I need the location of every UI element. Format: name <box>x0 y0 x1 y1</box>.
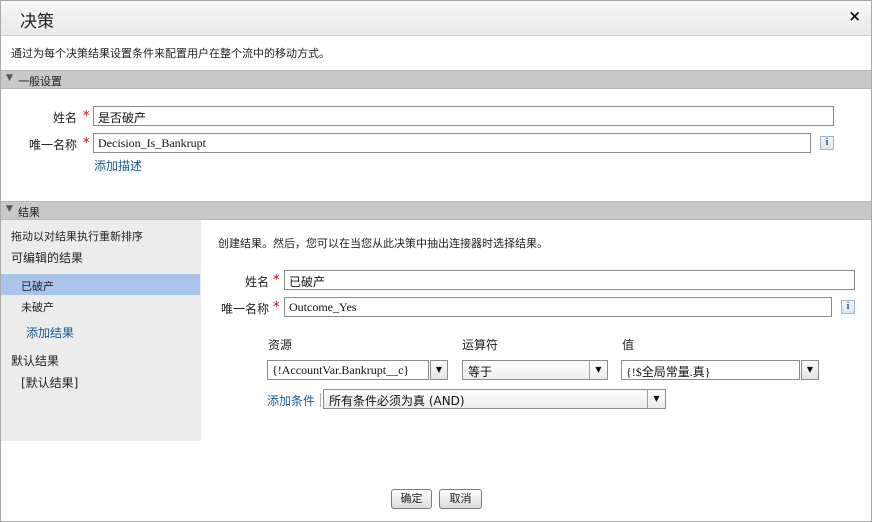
unique-name-label: 唯一名称 <box>28 138 77 152</box>
name-label: 姓名 <box>52 111 77 125</box>
dialog-description: 通过为每个决策结果设置条件来配置用户在整个流中的移动方式。 <box>11 47 330 60</box>
add-condition-link[interactable]: 添加条件 <box>267 392 315 409</box>
chevron-down-icon[interactable]: ▼ <box>801 360 819 380</box>
dialog-title: 决策 <box>20 12 54 32</box>
results-section-title: 结果 <box>18 206 40 219</box>
info-icon[interactable]: i <box>841 300 855 314</box>
separator <box>320 393 321 407</box>
add-result-link[interactable]: 添加结果 <box>26 324 74 341</box>
outcome-unique-name-field[interactable]: Outcome_Yes <box>284 297 832 317</box>
dialog-titlebar: 决策 × <box>1 1 871 36</box>
outcome-name-field[interactable]: 已破产 <box>284 270 855 290</box>
value-column-header: 值 <box>622 338 635 352</box>
result-item-label: 未破产 <box>21 301 54 314</box>
logic-selected-value: 所有条件必须为真 (AND) <box>329 394 465 408</box>
required-marker: * <box>273 273 280 288</box>
decision-unique-name-field[interactable]: Decision_Is_Bankrupt <box>93 133 811 153</box>
decision-name-field[interactable]: 是否破产 <box>93 106 834 126</box>
required-marker: * <box>83 136 90 151</box>
results-list-panel: 拖动以对结果执行重新排序 可编辑的结果 已破产 未破产 添加结果 默认结果 [默… <box>1 220 201 441</box>
chevron-down-icon: ▼ <box>647 390 665 408</box>
operator-selected-value: 等于 <box>468 365 493 379</box>
ok-button[interactable]: 确定 <box>391 489 432 509</box>
cancel-button[interactable]: 取消 <box>439 489 482 509</box>
result-item-bankrupt[interactable]: 已破产 <box>1 274 200 295</box>
operator-column-header: 运算符 <box>462 338 499 352</box>
results-section-header[interactable]: ▼ 结果 <box>1 201 871 220</box>
condition-logic-select[interactable]: 所有条件必须为真 (AND) ▼ <box>323 389 666 409</box>
default-result-item[interactable]: [默认结果] <box>21 374 78 391</box>
add-description-link[interactable]: 添加描述 <box>94 157 142 174</box>
operator-select[interactable]: 等于 ▼ <box>462 360 608 380</box>
value-combobox: {!$全局常量.真} ▼ <box>621 360 819 380</box>
default-result-heading: 默认结果 <box>11 354 60 368</box>
reorder-hint: 拖动以对结果执行重新排序 <box>11 230 143 243</box>
info-icon[interactable]: i <box>820 136 834 150</box>
result-item-not-bankrupt[interactable]: 未破产 <box>1 295 200 316</box>
outcome-name-label: 姓名 <box>244 275 269 289</box>
resource-column-header: 资源 <box>268 338 293 352</box>
general-section-title: 一般设置 <box>18 75 62 88</box>
chevron-down-icon: ▼ <box>589 361 607 379</box>
decision-dialog: 决策 × 通过为每个决策结果设置条件来配置用户在整个流中的移动方式。 ▼ 一般设… <box>0 0 872 522</box>
collapse-triangle-icon: ▼ <box>6 204 13 214</box>
outcome-intro: 创建结果。然后，您可以在当您从此决策中抽出连接器时选择结果。 <box>218 237 548 250</box>
resource-input[interactable]: {!AccountVar.Bankrupt__c} <box>267 360 429 380</box>
resource-combobox: {!AccountVar.Bankrupt__c} ▼ <box>267 360 448 380</box>
result-item-label: 已破产 <box>21 280 54 293</box>
value-input[interactable]: {!$全局常量.真} <box>621 360 800 380</box>
close-icon[interactable]: × <box>848 7 861 25</box>
general-section-header[interactable]: ▼ 一般设置 <box>1 70 871 89</box>
editable-results-heading: 可编辑的结果 <box>11 251 84 265</box>
outcome-unique-name-label: 唯一名称 <box>220 302 269 316</box>
chevron-down-icon[interactable]: ▼ <box>430 360 448 380</box>
collapse-triangle-icon: ▼ <box>6 73 13 83</box>
required-marker: * <box>273 300 280 315</box>
required-marker: * <box>83 109 90 124</box>
